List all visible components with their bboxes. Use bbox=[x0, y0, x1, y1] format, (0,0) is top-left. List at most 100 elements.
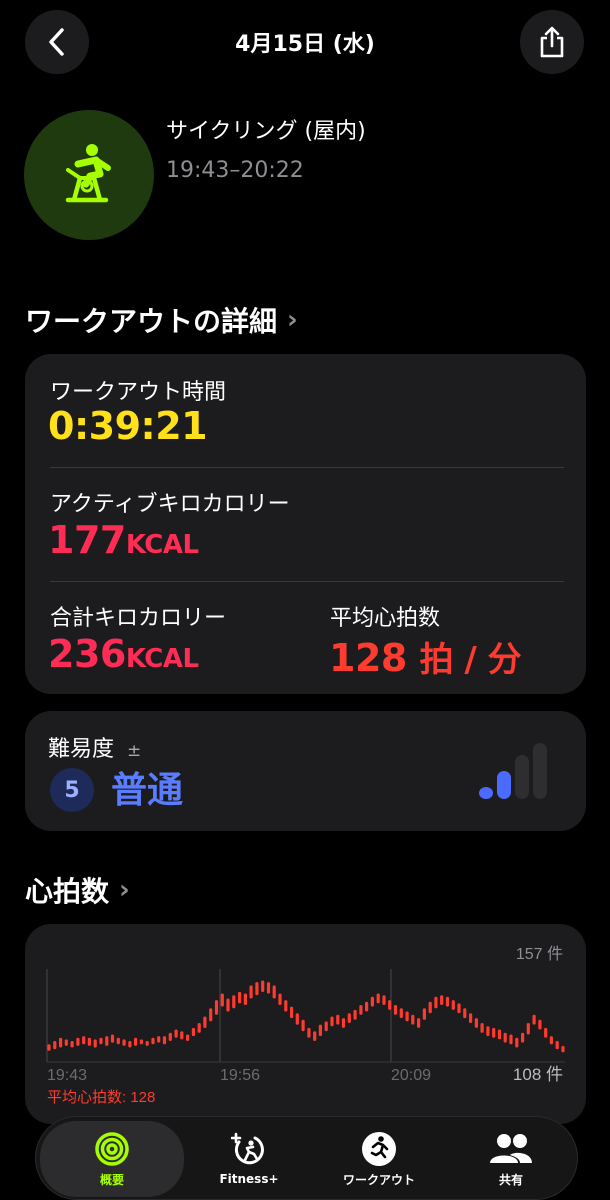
avg-hr-number: 128 bbox=[329, 636, 407, 680]
hr-range-bar bbox=[469, 1013, 473, 1023]
hr-range-bar bbox=[307, 1027, 311, 1038]
hr-range-bar bbox=[417, 1018, 421, 1028]
hr-range-bar bbox=[440, 995, 444, 1005]
chart-min-label: 108 件 bbox=[513, 1065, 563, 1084]
indoor-cycle-icon bbox=[65, 144, 111, 203]
details-section-header[interactable]: ワークアウトの詳細 › bbox=[25, 300, 298, 340]
activity-rings-icon bbox=[95, 1131, 129, 1166]
hr-range-bar bbox=[382, 995, 386, 1005]
hr-range-bar bbox=[139, 1039, 143, 1045]
details-section-title: ワークアウトの詳細 bbox=[25, 305, 278, 338]
hr-range-bar bbox=[261, 980, 265, 992]
hr-range-bar bbox=[561, 1045, 565, 1053]
people-icon bbox=[490, 1133, 532, 1163]
effort-label: 難易度 bbox=[48, 737, 115, 762]
hr-range-bar bbox=[474, 1018, 478, 1028]
workout-time-label: ワークアウト時間 bbox=[50, 380, 227, 405]
tab-summary[interactable]: 概要 bbox=[40, 1121, 184, 1197]
hr-range-bar bbox=[191, 1027, 195, 1037]
tab-sharing[interactable]: 共有 bbox=[446, 1117, 576, 1200]
activity-name: サイクリング (屋内) bbox=[166, 119, 366, 144]
hr-range-bar bbox=[110, 1034, 115, 1043]
workout-details-card: ワークアウト時間 0:39:21 アクティブキロカロリー 177KCAL 合計キ… bbox=[25, 354, 586, 694]
hr-range-bar bbox=[393, 1005, 398, 1015]
hr-range-bar bbox=[318, 1024, 322, 1037]
hr-range-bar bbox=[93, 1039, 97, 1048]
hr-range-bar bbox=[99, 1037, 103, 1045]
hr-range-bar bbox=[209, 1008, 213, 1022]
hr-range-bar bbox=[347, 1013, 351, 1023]
hr-range-bar bbox=[168, 1032, 172, 1041]
effort-label-row: 難易度 ± bbox=[48, 731, 141, 763]
tab-label: 共有 bbox=[498, 1172, 523, 1187]
hr-range-bar bbox=[341, 1018, 346, 1028]
hr-range-bar bbox=[105, 1036, 109, 1046]
hr-range-bar bbox=[295, 1013, 299, 1025]
hr-range-bar bbox=[214, 1000, 219, 1015]
hr-range-bar bbox=[157, 1036, 161, 1043]
hr-range-bar bbox=[186, 1034, 190, 1041]
hr-range-bar bbox=[76, 1037, 80, 1046]
hr-range-bar bbox=[480, 1023, 484, 1033]
hr-range-bar bbox=[255, 982, 259, 996]
hr-range-bar bbox=[174, 1029, 178, 1038]
activity-time-range: 19:43–20:22 bbox=[166, 158, 304, 183]
x-tick-label: 19:43 bbox=[47, 1067, 87, 1084]
hr-range-bar bbox=[376, 993, 380, 1004]
total-kcal-number: 236 bbox=[48, 632, 126, 676]
hr-range-bar bbox=[486, 1026, 490, 1037]
hr-range-bar bbox=[301, 1019, 305, 1032]
avg-hr-label: 平均心拍数 bbox=[330, 606, 441, 631]
hr-range-bar bbox=[180, 1031, 184, 1040]
hr-range-bar bbox=[399, 1008, 403, 1019]
heart-rate-section-title: 心拍数 bbox=[25, 875, 110, 908]
avg-hr-unit: 拍 / 分 bbox=[419, 640, 522, 680]
share-button[interactable] bbox=[520, 10, 584, 74]
tab-label: 概要 bbox=[99, 1172, 124, 1187]
hr-range-bar bbox=[226, 998, 230, 1012]
hr-range-bar bbox=[359, 1005, 363, 1015]
heart-rate-section-header[interactable]: 心拍数 › bbox=[25, 870, 130, 910]
hr-range-bar bbox=[324, 1021, 328, 1032]
chevron-right-icon: › bbox=[119, 875, 130, 905]
hr-range-bar bbox=[365, 1001, 369, 1012]
hr-range-bar bbox=[503, 1032, 507, 1043]
hr-range-bar bbox=[492, 1027, 496, 1038]
hr-range-bar bbox=[220, 993, 224, 1007]
x-tick-label: 19:56 bbox=[220, 1067, 260, 1084]
hr-range-bar bbox=[532, 1014, 536, 1025]
hr-range-bar bbox=[521, 1032, 525, 1043]
tab-workout[interactable]: ワークアウト bbox=[314, 1117, 444, 1200]
hr-range-bar bbox=[457, 1003, 461, 1014]
avg-hr-chart-label: 平均心拍数: 128 bbox=[47, 1089, 155, 1106]
hr-bars-group bbox=[47, 980, 565, 1053]
hr-range-bar bbox=[405, 1011, 409, 1022]
divider bbox=[50, 467, 564, 468]
hr-range-bar bbox=[370, 996, 374, 1007]
hr-range-bar bbox=[122, 1039, 126, 1046]
hr-range-bar bbox=[134, 1037, 138, 1046]
hr-range-bar bbox=[428, 1001, 432, 1014]
fitness-plus-icon bbox=[231, 1132, 264, 1165]
hr-range-bar bbox=[451, 1000, 455, 1010]
hr-range-bar bbox=[549, 1036, 553, 1045]
effort-bars-icon bbox=[479, 743, 547, 799]
hr-range-bar bbox=[422, 1008, 426, 1020]
tab-fitness-plus[interactable]: Fitness+ bbox=[186, 1117, 312, 1200]
running-figure-icon bbox=[362, 1131, 396, 1166]
hr-range-bar bbox=[313, 1031, 317, 1041]
divider bbox=[50, 581, 564, 582]
hr-range-bar bbox=[59, 1037, 63, 1048]
hr-range-bar bbox=[197, 1023, 201, 1033]
effort-card[interactable]: 難易度 ± 5 普通 bbox=[25, 711, 586, 831]
hr-range-bar bbox=[509, 1034, 513, 1045]
tab-label: Fitness+ bbox=[219, 1172, 279, 1186]
hr-range-bar bbox=[272, 985, 276, 999]
hr-range-bar bbox=[544, 1027, 548, 1038]
hr-range-bar bbox=[497, 1029, 502, 1040]
heart-rate-chart-card[interactable]: 157 件 19:43 19:56 20:09 108 件 平均心拍数: 128 bbox=[25, 924, 586, 1124]
activity-icon-circle bbox=[24, 110, 154, 240]
hr-range-bar bbox=[411, 1014, 415, 1025]
page-title: 4月15日 (水) bbox=[235, 32, 375, 57]
hr-range-bar bbox=[266, 982, 271, 994]
